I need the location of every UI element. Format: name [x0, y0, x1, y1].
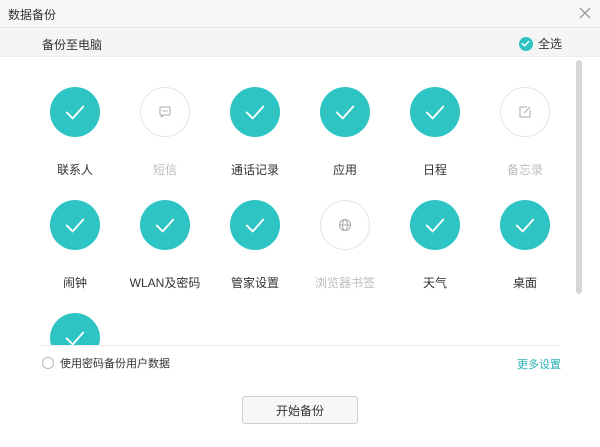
- backup-destination-title: 备份至电脑: [42, 38, 103, 52]
- backup-item-wlan[interactable]: WLAN及密码: [120, 170, 210, 290]
- check-icon: [410, 200, 460, 250]
- select-all-toggle[interactable]: 全选: [518, 35, 562, 52]
- more-settings-link[interactable]: 更多设置: [517, 356, 561, 372]
- globe-icon: [320, 200, 370, 250]
- backup-item-browser-bookmarks[interactable]: 浏览器书签: [300, 170, 390, 290]
- backup-item-manager-settings[interactable]: 管家设置: [210, 170, 300, 290]
- backup-items-grid: 联系人 短信 通话记录 应用 日程 备忘录 闹钟 WLAN及密码 管家设置 浏览…: [0, 57, 584, 345]
- close-icon: [579, 7, 591, 19]
- check-icon: [50, 200, 100, 250]
- backup-item-notes[interactable]: 备忘录: [480, 57, 570, 177]
- select-all-check-icon: [518, 36, 533, 51]
- backup-item-partial[interactable]: [30, 283, 120, 345]
- select-all-label: 全选: [537, 37, 562, 51]
- close-button[interactable]: [575, 3, 595, 23]
- backup-item-sms[interactable]: 短信: [120, 57, 210, 177]
- backup-destination-bar: 备份至电脑 全选: [0, 28, 600, 57]
- title-bar: 数据备份: [0, 0, 600, 28]
- check-icon: [230, 200, 280, 250]
- check-icon: [500, 200, 550, 250]
- check-icon: [410, 87, 460, 137]
- items-scrollbar[interactable]: [576, 60, 582, 294]
- backup-item-weather[interactable]: 天气: [390, 170, 480, 290]
- backup-item-label: WLAN及密码: [129, 276, 201, 290]
- backup-item-label: 管家设置: [230, 276, 279, 290]
- message-bubble-icon: [140, 87, 190, 137]
- backup-item-call-log[interactable]: 通话记录: [210, 57, 300, 177]
- check-icon: [320, 87, 370, 137]
- note-edit-icon: [500, 87, 550, 137]
- backup-item-label: 天气: [422, 276, 447, 290]
- password-backup-label: 使用密码备份用户数据: [60, 358, 170, 370]
- backup-item-apps[interactable]: 应用: [300, 57, 390, 177]
- check-icon: [140, 200, 190, 250]
- password-backup-option[interactable]: 使用密码备份用户数据: [42, 355, 170, 371]
- start-backup-button[interactable]: 开始备份: [242, 396, 358, 424]
- backup-item-alarm[interactable]: 闹钟: [30, 170, 120, 290]
- password-backup-radio[interactable]: [42, 357, 54, 369]
- footer-divider: [40, 345, 560, 346]
- check-icon: [230, 87, 280, 137]
- backup-item-contacts[interactable]: 联系人: [30, 57, 120, 177]
- window-title: 数据备份: [8, 8, 57, 22]
- check-icon: [50, 87, 100, 137]
- backup-item-label: 浏览器书签: [314, 276, 375, 290]
- backup-item-calendar[interactable]: 日程: [390, 57, 480, 177]
- backup-item-label: 桌面: [512, 276, 537, 290]
- backup-item-desktop[interactable]: 桌面: [480, 170, 570, 290]
- check-icon: [50, 313, 100, 345]
